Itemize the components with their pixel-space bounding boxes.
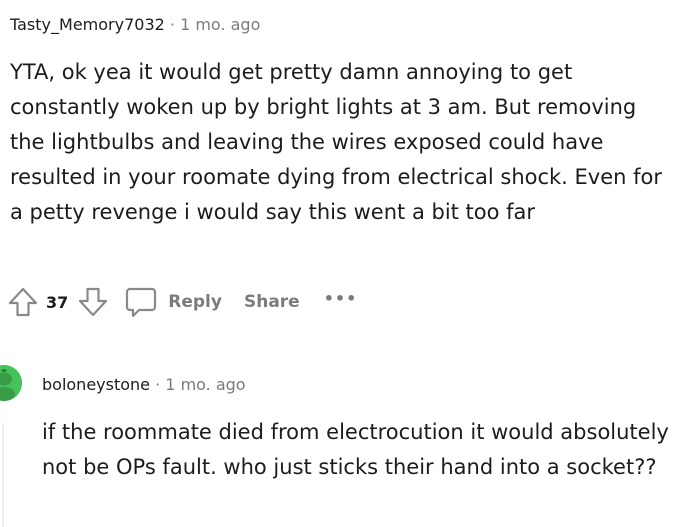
comment-meta: Tasty_Memory7032 · 1 mo. ago <box>10 14 260 36</box>
thread-line[interactable] <box>2 423 4 527</box>
meta-separator: · <box>169 15 175 34</box>
downvote-icon <box>79 287 108 317</box>
more-options-icon[interactable]: ••• <box>324 289 358 308</box>
avatar-icon[interactable] <box>0 365 22 401</box>
upvote-icon <box>8 287 38 317</box>
avatar-figure <box>0 365 22 401</box>
upvote-button[interactable] <box>6 285 40 319</box>
reply-button[interactable]: Reply <box>124 285 222 319</box>
comment-timestamp[interactable]: 1 mo. ago <box>180 15 260 34</box>
reply-comment: boloneystone · 1 mo. ago if the roommate… <box>0 345 700 527</box>
reply-label: Reply <box>168 292 222 312</box>
vote-count: 37 <box>46 292 69 312</box>
comment-body: if the roommate died from electrocution … <box>42 420 669 479</box>
comment-body: YTA, ok yea it would get pretty damn ann… <box>10 60 663 224</box>
comment-actions: 37 Reply Share ••• <box>6 285 357 319</box>
comment-bubble-icon <box>126 287 157 318</box>
share-button[interactable]: Share <box>244 292 300 312</box>
meta-separator: · <box>155 375 161 394</box>
comment-meta: boloneystone · 1 mo. ago <box>42 374 246 396</box>
comment-author[interactable]: boloneystone <box>42 375 150 394</box>
comment-author[interactable]: Tasty_Memory7032 <box>10 15 165 34</box>
downvote-button[interactable] <box>76 285 110 319</box>
comment-timestamp[interactable]: 1 mo. ago <box>165 375 245 394</box>
